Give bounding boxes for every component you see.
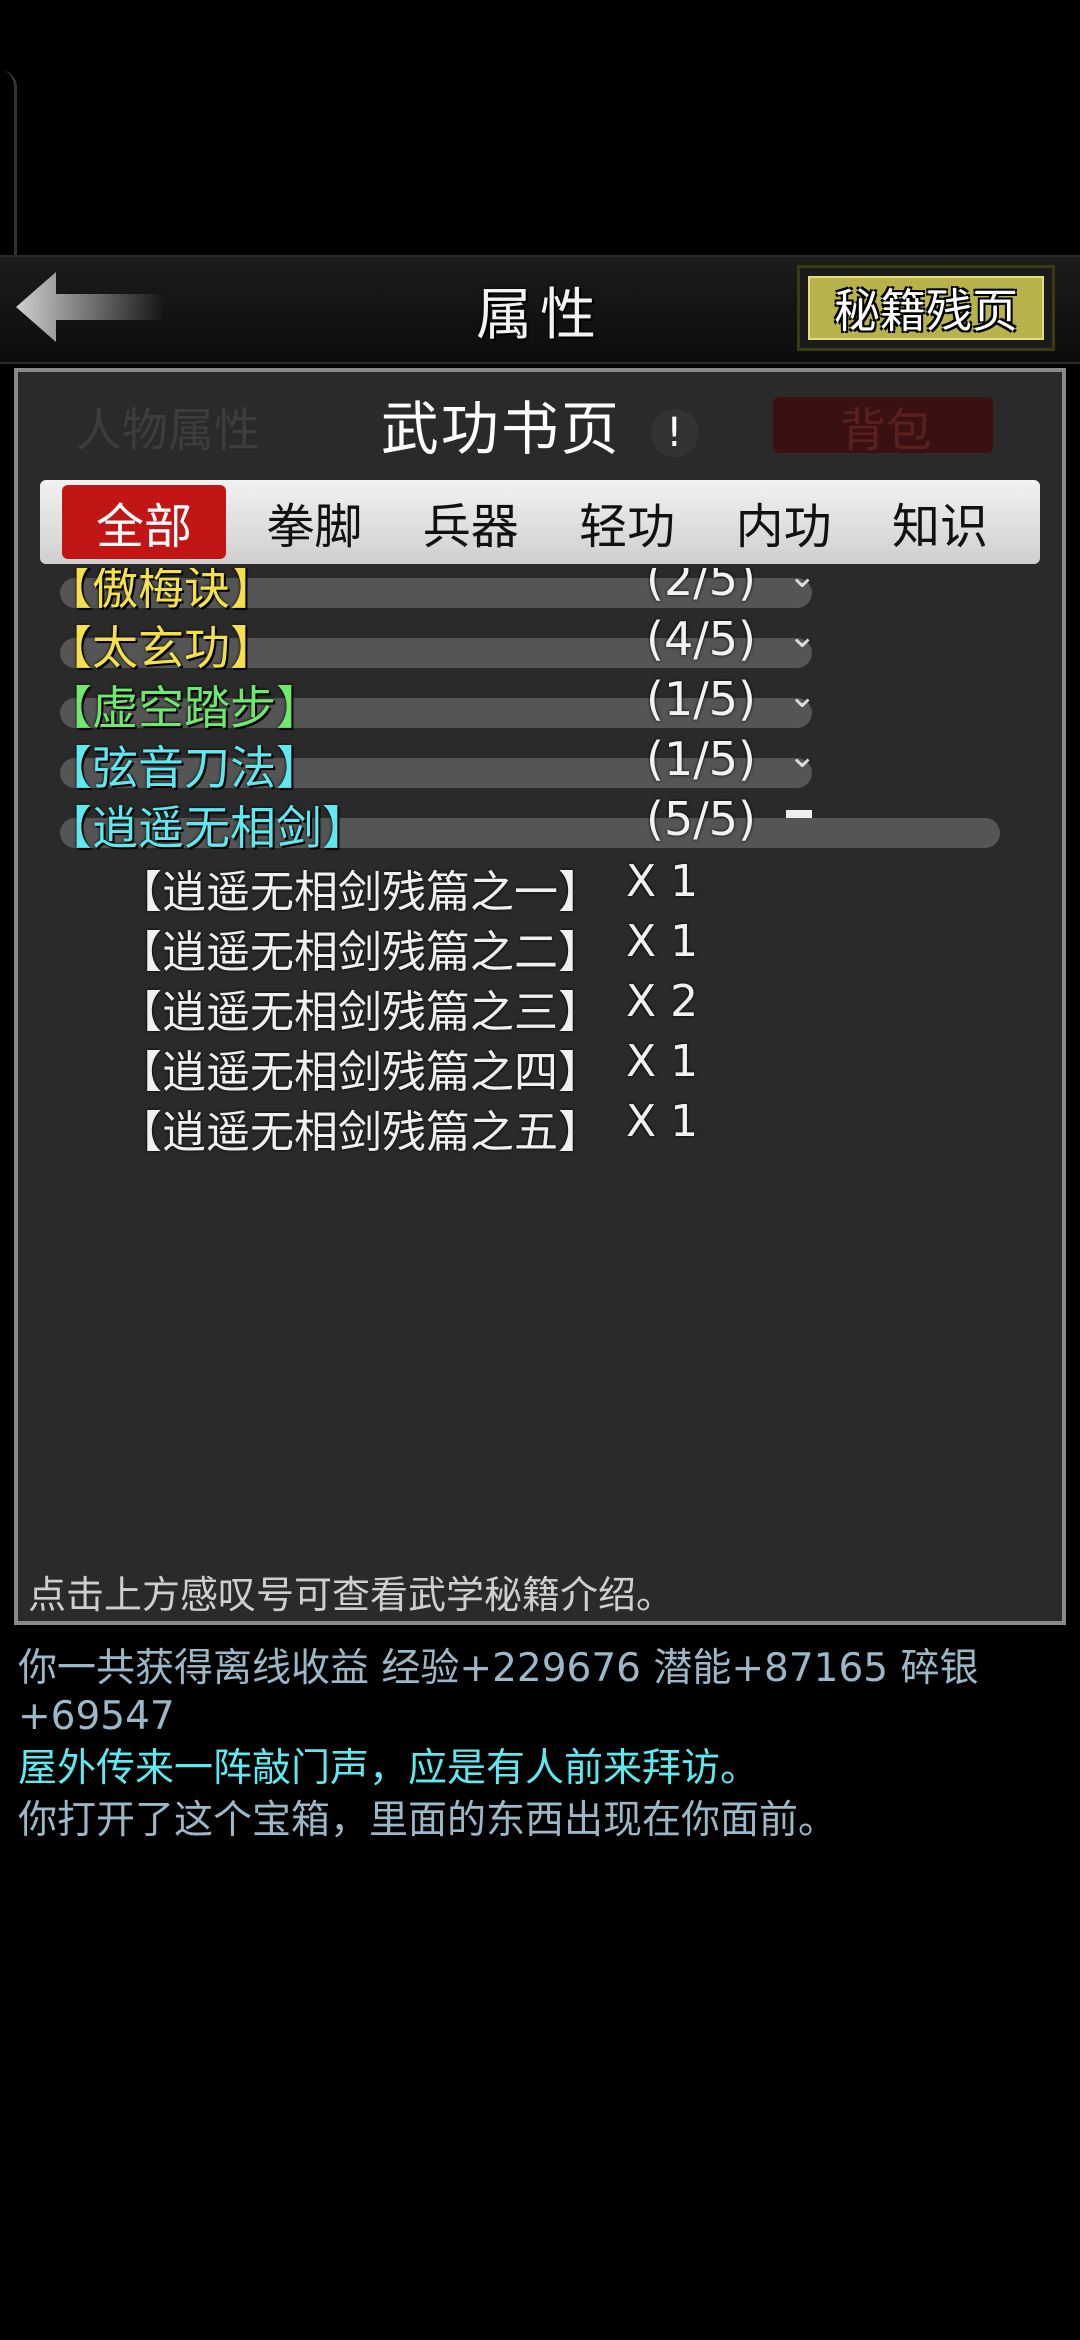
scrap-page-item[interactable]: 【逍遥无相剑残篇之二】 X 1 <box>118 916 1018 978</box>
panel-footer-hint: 点击上方感叹号可查看武学秘籍介绍。 <box>28 1573 675 1617</box>
scrap-page-count: X 2 <box>626 976 699 1027</box>
tab-inner[interactable]: 内功 <box>716 485 852 559</box>
scrap-page-count: X 1 <box>626 1096 699 1147</box>
tab-all[interactable]: 全部 <box>62 485 227 559</box>
scrap-page-name: 【逍遥无相剑残篇之三】 <box>118 987 602 1038</box>
expand-icon[interactable]: ⌄ <box>788 736 817 776</box>
panel-header: 武功书页 ! <box>18 382 1062 466</box>
skill-progress: (2/5) <box>646 568 756 606</box>
skill-progress: (1/5) <box>646 672 756 726</box>
skill-name: 【逍遥无相剑】 <box>46 801 368 855</box>
scrap-page-name: 【逍遥无相剑残篇之二】 <box>118 927 602 978</box>
scrap-page-item[interactable]: 【逍遥无相剑残篇之一】 X 1 <box>118 856 1018 918</box>
scrap-page-item[interactable]: 【逍遥无相剑残篇之四】 X 1 <box>118 1036 1018 1098</box>
skill-progress: (5/5) <box>646 792 756 846</box>
log-message: 你打开了这个宝箱，里面的东西出现在你面前。 <box>18 1798 838 1843</box>
scrap-page-item[interactable]: 【逍遥无相剑残篇之五】 X 1 <box>118 1096 1018 1158</box>
info-icon[interactable]: ! <box>651 408 700 457</box>
scrap-page-count: X 1 <box>626 1036 699 1087</box>
expand-icon[interactable]: ⌄ <box>788 568 817 596</box>
skill-progress: (4/5) <box>646 612 756 666</box>
martial-pages-panel: 人物属性 背包 武功书页 ! 全部 拳脚 兵器 轻功 内功 知识 【傲梅诀】 (2/5) ⌄ 【… <box>14 368 1066 1625</box>
martial-pages-list: 【傲梅诀】 (2/5) ⌄ 【太玄功】 (4/5) ⌄ 【虚空踏步】 (1/5) ⌄ 【弦音刀法】… <box>18 568 1062 1508</box>
message-log: 你一共获得离线收益 经验+229676 潜能+87165 碎银+69547 屋外传… <box>18 1645 1068 1849</box>
scrap-page-item[interactable]: 【逍遥无相剑残篇之三】 X 2 <box>118 976 1018 1038</box>
left-frame-bracket <box>0 70 17 275</box>
scrap-page-name: 【逍遥无相剑残篇之一】 <box>118 867 602 918</box>
tab-lightness[interactable]: 轻功 <box>559 485 695 559</box>
panel-title: 武功书页 <box>380 395 621 463</box>
scrap-page-name: 【逍遥无相剑残篇之四】 <box>118 1047 602 1098</box>
scrap-page-count: X 1 <box>626 856 699 907</box>
skill-category-row[interactable]: 【逍遥无相剑】 (5/5) <box>46 786 1046 856</box>
manual-scraps-label: 秘籍残页 <box>808 276 1044 340</box>
tab-weapon[interactable]: 兵器 <box>403 485 539 559</box>
skill-progress: (1/5) <box>646 732 756 786</box>
tab-knowledge[interactable]: 知识 <box>872 485 1008 559</box>
manual-scraps-button[interactable]: 秘籍残页 <box>797 265 1055 351</box>
log-message: 屋外传来一阵敲门声，应是有人前来拜访。 <box>18 1746 760 1791</box>
scrap-page-name: 【逍遥无相剑残篇之五】 <box>118 1107 602 1158</box>
expand-icon[interactable]: ⌄ <box>788 676 817 716</box>
log-message: 你一共获得离线收益 经验+229676 潜能+87165 碎银+69547 <box>18 1646 979 1739</box>
category-tabs: 全部 拳脚 兵器 轻功 内功 知识 <box>40 480 1040 564</box>
scrap-page-count: X 1 <box>626 916 699 967</box>
expand-icon[interactable]: ⌄ <box>788 616 817 656</box>
tab-fist[interactable]: 拳脚 <box>246 485 382 559</box>
collapse-icon[interactable] <box>786 810 812 818</box>
